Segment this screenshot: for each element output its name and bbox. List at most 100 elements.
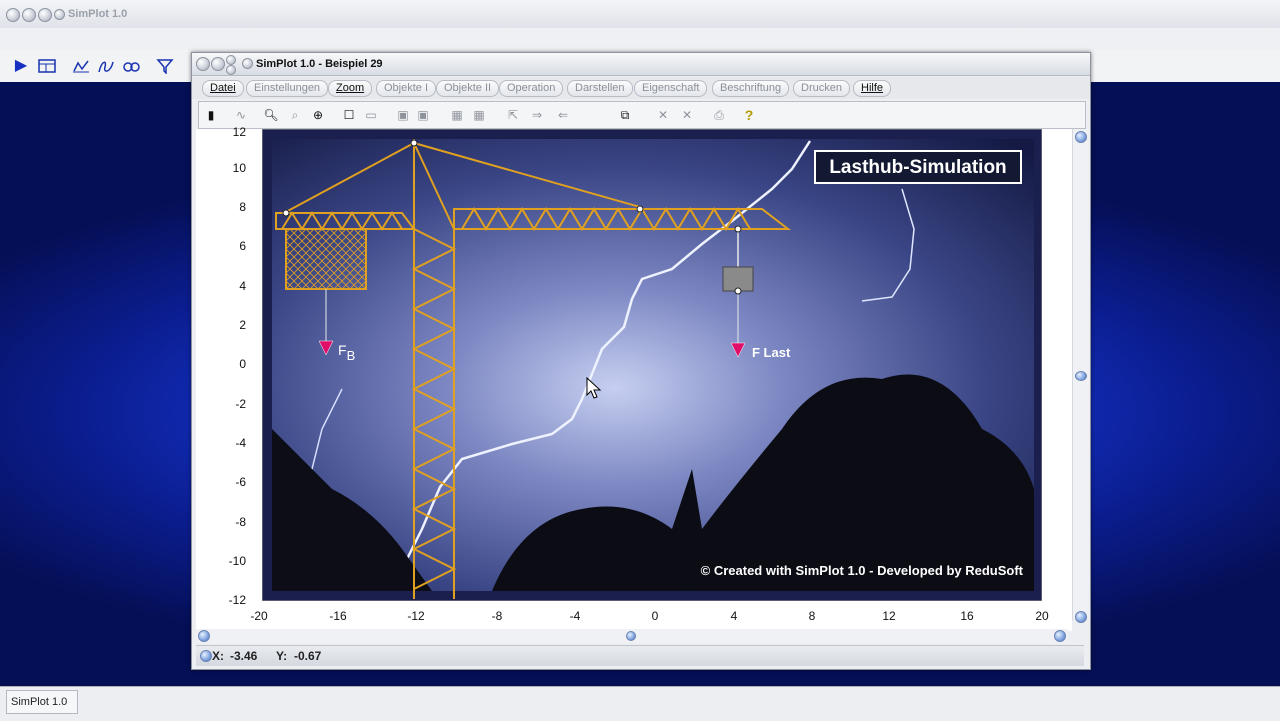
- doc-close-bubble[interactable]: [196, 57, 210, 71]
- menu-objekte-2[interactable]: Objekte II: [436, 80, 500, 97]
- document-window: SimPlot 1.0 - Beispiel 29 Datei Einstell…: [191, 52, 1091, 670]
- delete-all-icon[interactable]: ✕: [679, 107, 695, 123]
- graph-settings-icon[interactable]: ∿: [233, 107, 249, 123]
- document-toolbar: ▮ ∿ 🔍︎ ⌕ ⊕ ☐ ▭ ▣ ▣ ▦ ▦ ⇱ ⇒ ⇐ ⧉ ✕ ✕ ⎙ ?: [198, 101, 1086, 129]
- window-minimize-bubble[interactable]: [22, 8, 36, 22]
- line-chart-icon[interactable]: [72, 58, 90, 74]
- doc-restore-bubble[interactable]: [226, 65, 236, 75]
- outer-window-title: SimPlot 1.0: [68, 8, 128, 20]
- x-tick-label: 16: [960, 609, 974, 623]
- y-tick-label: 10: [232, 161, 246, 175]
- menu-einstellungen[interactable]: Einstellungen: [246, 80, 329, 97]
- control-point[interactable]: [734, 225, 742, 233]
- window-maximize-bubble[interactable]: [38, 8, 52, 22]
- control-point[interactable]: [410, 139, 418, 147]
- scroll-right-button[interactable]: [1054, 630, 1066, 642]
- window-menu-bubble[interactable]: [54, 9, 65, 20]
- zoom-out-icon[interactable]: 🔍︎: [263, 107, 279, 123]
- plot-title: Lasthub-Simulation: [829, 157, 1006, 178]
- filter-icon[interactable]: [156, 58, 174, 75]
- arrow-right-icon[interactable]: ⇒: [529, 107, 545, 123]
- label-flast: F Last: [752, 345, 791, 360]
- taskbar-item-simplot[interactable]: SimPlot 1.0: [6, 690, 78, 714]
- parametric-chart-icon[interactable]: [97, 58, 115, 74]
- x-tick-label: -16: [329, 609, 347, 623]
- table-view-icon[interactable]: [38, 58, 56, 74]
- y-tick-label: -8: [235, 515, 246, 529]
- y-tick-label: 6: [239, 239, 246, 253]
- x-coordinate-value: -3.46: [230, 649, 258, 663]
- lasthub-scene: FB F Last Lasthub-Simulation © Created w…: [262, 129, 1042, 601]
- scroll-left-button[interactable]: [198, 630, 210, 642]
- taskbar: [0, 686, 1280, 721]
- x-tick-label: -12: [407, 609, 425, 623]
- table-icon[interactable]: ▦: [449, 107, 465, 123]
- x-tick-label: -8: [491, 609, 503, 623]
- outer-titlebar: SimPlot 1.0: [0, 0, 1280, 29]
- copyright-text: © Created with SimPlot 1.0 - Developed b…: [701, 563, 1024, 578]
- delete-icon[interactable]: ✕: [655, 107, 671, 123]
- move-object-icon[interactable]: ⇱: [505, 107, 521, 123]
- copy-object-icon[interactable]: ▣: [395, 107, 411, 123]
- x-tick-label: -20: [250, 609, 268, 623]
- document-titlebar: SimPlot 1.0 - Beispiel 29: [192, 53, 1090, 76]
- table-edit-icon[interactable]: ▦: [471, 107, 487, 123]
- y-tick-label: 4: [239, 279, 246, 293]
- status-bubble: [200, 650, 212, 662]
- plot-area[interactable]: 12 10 8 6 4 2 0 -2 -4 -6 -8 -10 -12 -20 …: [196, 125, 1072, 631]
- vertical-scrollbar[interactable]: [1072, 129, 1089, 623]
- control-point[interactable]: [636, 205, 644, 213]
- x-tick-label: 20: [1035, 609, 1049, 623]
- print-icon[interactable]: ⎙: [711, 107, 727, 123]
- select-area-icon[interactable]: ▭: [363, 107, 379, 123]
- statusbar: X: -3.46 Y: -0.67: [196, 645, 1084, 666]
- menu-zoom[interactable]: Zoom: [328, 80, 373, 97]
- y-tick-label: 12: [232, 125, 246, 139]
- polar-chart-icon[interactable]: [122, 58, 140, 74]
- y-coordinate-label: Y:: [276, 649, 288, 663]
- counterweight: [285, 228, 367, 290]
- control-point[interactable]: [734, 287, 742, 295]
- scroll-up-button[interactable]: [1075, 131, 1087, 143]
- paste-object-icon[interactable]: ▣: [415, 107, 431, 123]
- menu-hilfe[interactable]: Hilfe: [853, 80, 892, 97]
- play-icon[interactable]: ▶: [12, 58, 30, 74]
- scroll-thumb-horizontal[interactable]: [626, 631, 636, 641]
- y-tick-label: 8: [239, 200, 246, 214]
- mouse-cursor-icon: [586, 377, 602, 399]
- menu-eigenschaft[interactable]: Eigenschaft: [634, 80, 708, 97]
- window-close-bubble[interactable]: [6, 8, 20, 22]
- horizontal-scrollbar[interactable]: [196, 629, 1068, 643]
- y-coordinate-value: -0.67: [294, 649, 322, 663]
- arrow-left-icon[interactable]: ⇐: [555, 107, 571, 123]
- x-tick-label: 12: [882, 609, 896, 623]
- menu-beschriftung[interactable]: Beschriftung: [712, 80, 790, 97]
- menu-datei[interactable]: Datei: [202, 80, 244, 97]
- y-tick-label: -6: [235, 475, 246, 489]
- menu-objekte-1[interactable]: Objekte I: [376, 80, 437, 97]
- control-point[interactable]: [282, 209, 290, 217]
- zoom-in-icon[interactable]: ⊕: [310, 107, 326, 123]
- menu-operation[interactable]: Operation: [499, 80, 564, 97]
- help-icon[interactable]: ?: [741, 107, 757, 123]
- zoom-reset-icon[interactable]: ⌕: [287, 107, 303, 123]
- doc-menu-bubble[interactable]: [242, 58, 253, 69]
- scroll-thumb-vertical[interactable]: [1075, 371, 1087, 381]
- doc-minimize-bubble[interactable]: [211, 57, 225, 71]
- menu-darstellen[interactable]: Darstellen: [567, 80, 633, 97]
- x-tick-label: 4: [730, 609, 738, 623]
- load-box: [722, 266, 754, 292]
- y-tick-label: -10: [228, 554, 246, 568]
- x-tick-label: 0: [651, 609, 659, 623]
- y-tick-label: 2: [239, 318, 246, 332]
- y-tick-label: 0: [239, 357, 246, 371]
- y-tick-label: -2: [235, 397, 246, 411]
- scroll-down-button[interactable]: [1075, 611, 1087, 623]
- select-rectangle-icon[interactable]: ☐: [341, 107, 357, 123]
- menu-drucken[interactable]: Drucken: [793, 80, 850, 97]
- clipboard-icon[interactable]: ⧉: [617, 107, 633, 123]
- calculator-icon[interactable]: ▮: [203, 107, 219, 123]
- doc-maximize-bubble[interactable]: [226, 55, 236, 65]
- document-menubar: Datei Einstellungen Zoom Objekte I Objek…: [192, 77, 1090, 99]
- document-title: SimPlot 1.0 - Beispiel 29: [256, 58, 383, 70]
